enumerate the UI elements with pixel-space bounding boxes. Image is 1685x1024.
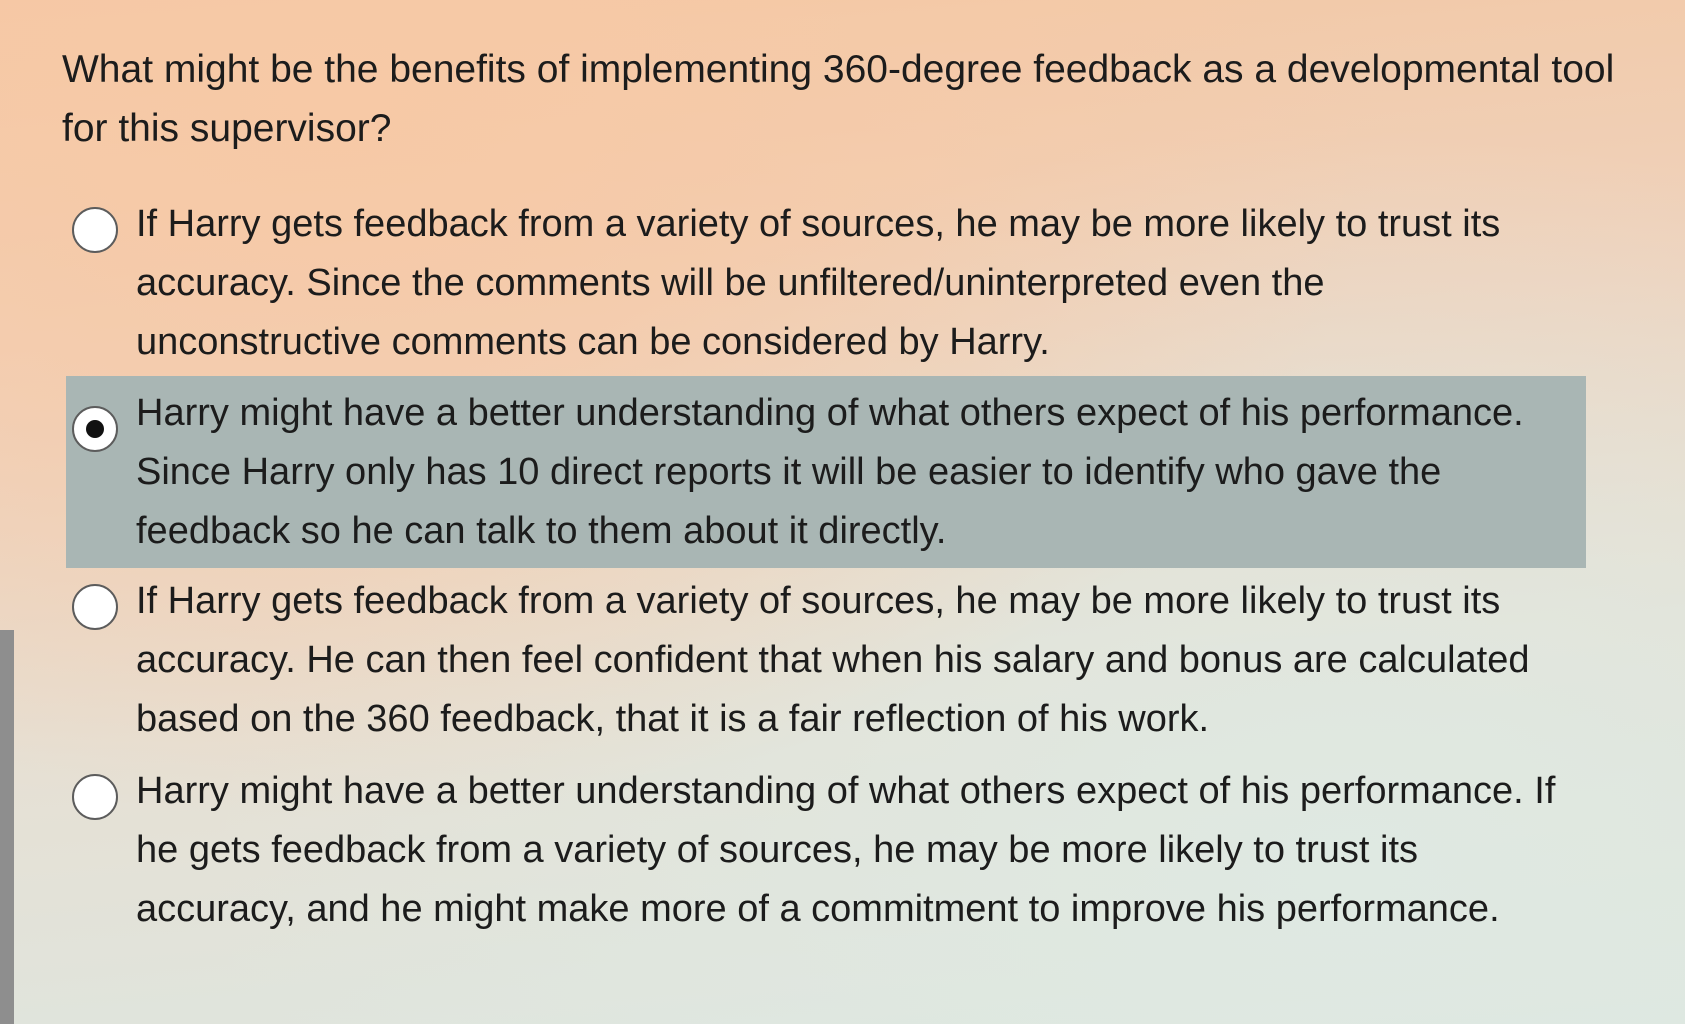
answer-option-label: If Harry gets feedback from a variety of… — [136, 203, 1501, 363]
answer-option-2[interactable]: Harry might have a better understanding … — [66, 376, 1586, 568]
answer-option-label: Harry might have a better understanding … — [136, 392, 1524, 552]
quiz-page: What might be the benefits of implementi… — [0, 0, 1685, 1024]
radio-dot-icon — [86, 420, 104, 438]
answer-option-1[interactable]: If Harry gets feedback from a variety of… — [66, 195, 1586, 372]
radio-button-selected[interactable] — [72, 406, 118, 452]
radio-button-unselected[interactable] — [72, 207, 118, 253]
answer-option-3[interactable]: If Harry gets feedback from a variety of… — [66, 572, 1586, 749]
question-text: What might be the benefits of implementi… — [62, 48, 1615, 150]
radio-button-unselected[interactable] — [72, 774, 118, 820]
answer-option-label: If Harry gets feedback from a variety of… — [136, 580, 1530, 740]
answer-option-label: Harry might have a better understanding … — [136, 770, 1556, 930]
screen-edge — [0, 630, 14, 1024]
radio-button-unselected[interactable] — [72, 584, 118, 630]
answer-option-4[interactable]: Harry might have a better understanding … — [66, 762, 1586, 939]
